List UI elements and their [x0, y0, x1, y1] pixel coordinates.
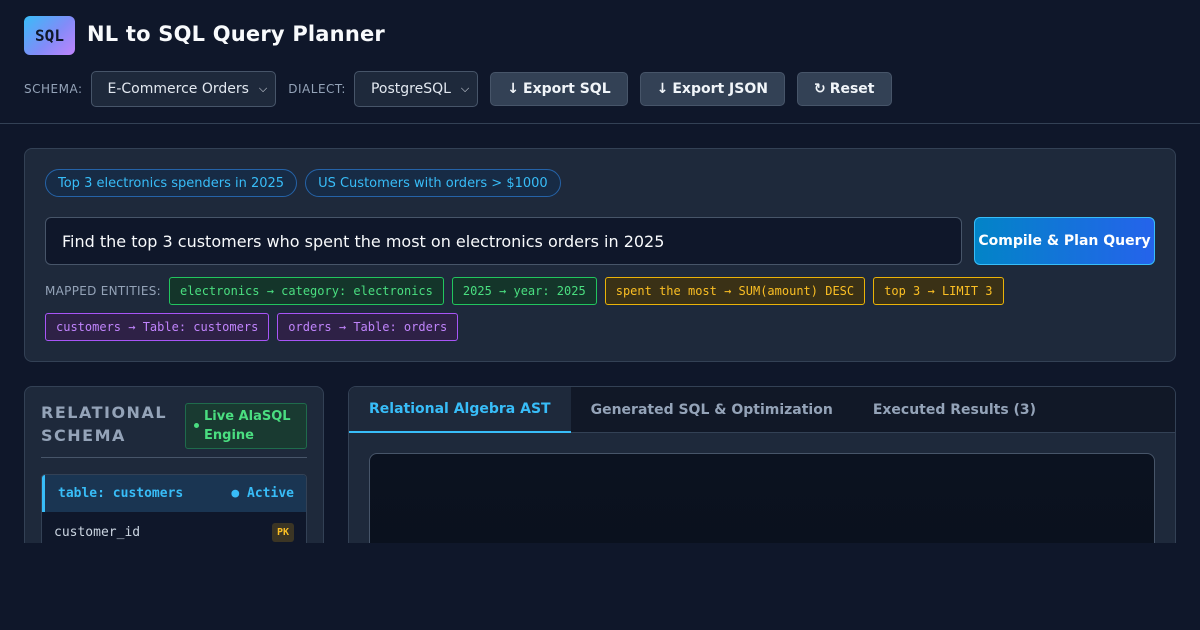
schema-select-value: E-Commerce Orders: [107, 81, 249, 97]
schema-panel-title: RELATIONAL SCHEMA: [41, 403, 168, 445]
app-logo: SQL: [24, 16, 75, 55]
dialect-select-value: PostgreSQL: [370, 81, 451, 97]
reset-label: Reset: [829, 81, 875, 97]
refresh-icon: ↻: [813, 81, 826, 97]
query-input[interactable]: Find the top 3 customers who spent the m…: [45, 217, 962, 265]
schema-table-name: table: customers: [58, 486, 184, 501]
status-dot-icon: [194, 423, 199, 428]
compile-plan-button[interactable]: Compile & Plan Query: [974, 217, 1155, 265]
export-sql-label: Export SQL: [523, 81, 611, 97]
results-tabs: Relational Algebra AST Generated SQL & O…: [349, 387, 1175, 433]
entity-tag: customers → Table: customers: [45, 313, 270, 341]
mapped-entities-row: MAPPED ENTITIES: electronics → category:…: [45, 277, 1155, 305]
export-json-label: Export JSON: [672, 81, 768, 97]
export-json-button[interactable]: ↓ Export JSON: [639, 72, 785, 106]
schema-label: SCHEMA:: [24, 82, 83, 96]
entity-tag: electronics → category: electronics: [169, 277, 444, 305]
page-background: [0, 543, 1200, 630]
export-sql-button[interactable]: ↓ Export SQL: [490, 72, 628, 106]
reset-button[interactable]: ↻ Reset: [796, 72, 892, 106]
tab-executed-results[interactable]: Executed Results (3): [853, 387, 1056, 433]
engine-status-badge: Live AlaSQL Engine: [185, 403, 307, 449]
primary-key-badge: PK: [271, 522, 294, 542]
column-name: customer_id: [54, 524, 141, 540]
download-icon: ↓: [656, 81, 669, 97]
download-icon: ↓: [507, 81, 519, 97]
schema-select[interactable]: E-Commerce Orders ⌵: [90, 71, 277, 107]
engine-status-label: Live AlaSQL Engine: [204, 409, 291, 443]
tab-relational-algebra-ast[interactable]: Relational Algebra AST: [349, 387, 571, 433]
query-card: Top 3 electronics spenders in 2025 US Cu…: [24, 148, 1176, 362]
entity-tag: orders → Table: orders: [277, 313, 459, 341]
chevron-down-icon: ⌵: [258, 82, 268, 95]
mapped-entities-label: MAPPED ENTITIES:: [45, 284, 162, 298]
toolbar: SCHEMA: E-Commerce Orders ⌵ DIALECT: Pos…: [24, 71, 904, 107]
chevron-down-icon: ⌵: [460, 82, 470, 95]
schema-table-status: ● Active: [231, 486, 294, 501]
mapped-entities-row: customers → Table: customers orders → Ta…: [45, 313, 1155, 341]
schema-table-header[interactable]: table: customers ● Active: [42, 475, 306, 512]
tab-generated-sql[interactable]: Generated SQL & Optimization: [571, 387, 853, 433]
dialect-select[interactable]: PostgreSQL ⌵: [353, 71, 479, 107]
app-title: NL to SQL Query Planner: [87, 22, 385, 46]
entity-tag: top 3 → LIMIT 3: [873, 277, 1004, 305]
example-queries: Top 3 electronics spenders in 2025 US Cu…: [45, 169, 561, 197]
app-header: SQL NL to SQL Query Planner SCHEMA: E-Co…: [0, 0, 1200, 124]
entity-tag: spent the most → SUM(amount) DESC: [604, 277, 866, 305]
example-query-chip[interactable]: US Customers with orders > $1000: [305, 169, 561, 197]
dialect-label: DIALECT:: [288, 82, 346, 96]
example-query-chip[interactable]: Top 3 electronics spenders in 2025: [45, 169, 298, 197]
entity-tag: 2025 → year: 2025: [451, 277, 597, 305]
divider: [41, 457, 307, 458]
